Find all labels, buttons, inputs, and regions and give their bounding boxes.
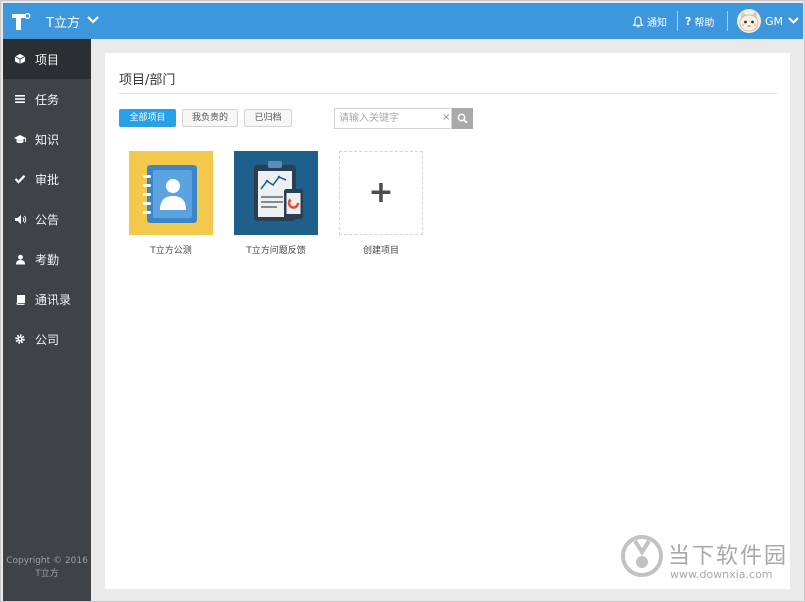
list-icon (13, 92, 27, 106)
copyright-company: T立方 (35, 569, 59, 579)
watermark: 当下软件园 www.downxia.com (620, 532, 800, 586)
megaphone-icon (13, 212, 27, 226)
divider (119, 93, 777, 94)
question-icon: ? (685, 15, 692, 28)
user-icon (13, 252, 27, 266)
watermark-logo-icon (621, 535, 663, 577)
watermark-text: 当下软件园 (668, 544, 789, 569)
sidebar-item-approval[interactable]: 审批 (3, 159, 91, 199)
app-window: T立方 通知 ? 帮助 GM 项目 任务 知识 审批 公告 考勤 通讯录 公司 … (0, 0, 805, 602)
plus-icon: + (368, 175, 394, 210)
sidebar-item-label: 公司 (35, 332, 60, 347)
page-title: 项目/部门 (119, 73, 176, 88)
sidebar: 项目 任务 知识 审批 公告 考勤 通讯录 公司 Copyright © 201… (3, 39, 91, 601)
graduation-cap-icon (13, 132, 27, 146)
contacts-book-icon (143, 165, 197, 223)
sidebar-item-label: 考勤 (35, 252, 60, 267)
search-input[interactable] (339, 111, 435, 126)
user-name[interactable]: GM (765, 15, 783, 28)
sidebar-item-tasks[interactable]: 任务 (3, 79, 91, 119)
notifications-button[interactable]: 通知 (632, 14, 667, 29)
project-name[interactable]: T立方公测 (111, 243, 231, 256)
sidebar-item-label: 知识 (35, 132, 60, 147)
app-logo-icon (12, 13, 31, 30)
filter-my-projects[interactable]: 我负责的 (182, 109, 238, 127)
sidebar-item-label: 通讯录 (35, 292, 72, 307)
sidebar-item-projects[interactable]: 项目 (3, 39, 91, 79)
clear-icon[interactable]: × (442, 112, 450, 123)
sidebar-item-attendance[interactable]: 考勤 (3, 239, 91, 279)
sidebar-item-label: 公告 (35, 212, 60, 227)
main-panel: 项目/部门 全部项目 我负责的 已归档 × T立方公 (105, 53, 790, 589)
sidebar-item-company[interactable]: 公司 (3, 319, 91, 359)
project-tile-feedback[interactable] (234, 151, 318, 235)
sidebar-item-label: 审批 (35, 172, 60, 187)
sidebar-item-announcements[interactable]: 公告 (3, 199, 91, 239)
project-name[interactable]: T立方问题反馈 (216, 243, 336, 256)
create-project-button[interactable]: + (339, 151, 423, 235)
divider (677, 11, 678, 31)
create-project-label[interactable]: 创建项目 (321, 243, 441, 256)
sidebar-item-label: 任务 (35, 92, 60, 107)
clipboard-chart-icon (254, 161, 303, 221)
project-tile-public-beta[interactable] (129, 151, 213, 235)
filter-all-projects[interactable]: 全部项目 (119, 109, 176, 127)
sidebar-item-contacts[interactable]: 通讯录 (3, 279, 91, 319)
check-icon (13, 172, 27, 186)
search-icon (457, 113, 468, 124)
gear-icon (13, 332, 27, 346)
bell-icon (632, 15, 644, 27)
chevron-down-icon[interactable] (87, 15, 99, 25)
top-bar: T立方 通知 ? 帮助 GM (3, 3, 803, 39)
sidebar-item-label: 项目 (35, 52, 60, 67)
divider (727, 11, 728, 31)
app-title[interactable]: T立方 (46, 12, 80, 31)
watermark-url: www.downxia.com (670, 568, 773, 581)
avatar[interactable] (737, 9, 761, 33)
book-icon (13, 292, 27, 306)
filter-archived[interactable]: 已归档 (244, 109, 292, 127)
search-button[interactable] (452, 108, 473, 129)
help-label: 帮助 (694, 18, 715, 29)
help-button[interactable]: ? 帮助 (685, 14, 714, 29)
copyright-text: Copyright © 2016 (6, 556, 88, 566)
notifications-label: 通知 (647, 18, 667, 29)
sidebar-item-knowledge[interactable]: 知识 (3, 119, 91, 159)
cat-avatar-icon (739, 11, 759, 32)
chevron-down-icon[interactable] (788, 16, 799, 25)
cube-icon (13, 52, 27, 66)
search-box: × (334, 108, 452, 129)
